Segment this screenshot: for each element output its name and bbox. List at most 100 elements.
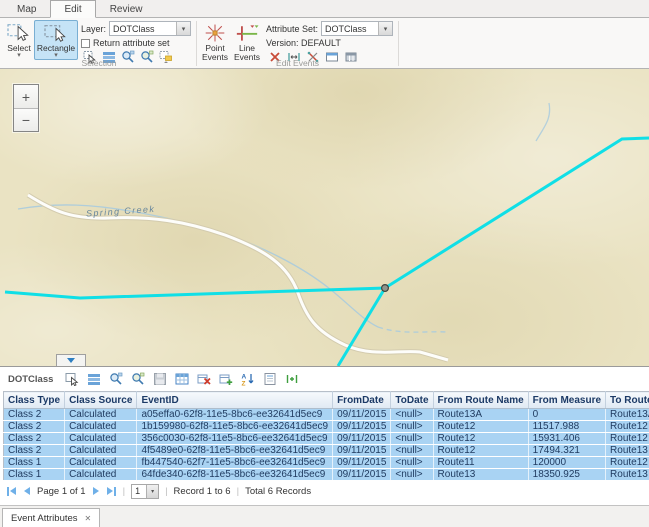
- table-cell: <null>: [391, 445, 433, 457]
- map-canvas[interactable]: Spring Creek + −: [0, 69, 649, 366]
- page-number-value: 1: [132, 486, 146, 496]
- table-cell: fb447540-62f7-11e5-8bc6-ee32641d5ec9: [137, 457, 333, 469]
- previous-page-button[interactable]: [23, 486, 31, 496]
- event-editor-window: Map Edit Review Select ▾ Rectangle ▾: [0, 0, 649, 527]
- column-header[interactable]: ToDate: [391, 392, 433, 409]
- return-attribute-set-label: Return attribute set: [93, 38, 170, 48]
- tab-edit[interactable]: Edit: [50, 0, 95, 18]
- next-page-button[interactable]: [92, 486, 100, 496]
- save-edits-icon[interactable]: [153, 372, 167, 386]
- creek-line-dashed: [378, 327, 448, 332]
- ribbon-separator: [398, 21, 399, 66]
- attribute-set-dropdown-arrow-icon: ▾: [378, 22, 392, 35]
- column-header[interactable]: From Measure: [528, 392, 605, 409]
- rectangle-tool-icon: [42, 22, 70, 44]
- table-row[interactable]: Class 2Calculated4f5489e0-62f8-11e5-8bc6…: [4, 445, 649, 457]
- table-cell: <null>: [391, 433, 433, 445]
- merge-records-icon[interactable]: [285, 372, 299, 386]
- column-header[interactable]: To Route Name: [606, 392, 649, 409]
- table-cell: 09/11/2015: [333, 445, 391, 457]
- table-row[interactable]: Class 1Calculatedfb447540-62f7-11e5-8bc6…: [4, 457, 649, 469]
- event-attributes-panel: DOTClass AZ Class TypeClass SourceEventI…: [0, 366, 649, 505]
- pagination-separator: |: [237, 486, 239, 497]
- table-row[interactable]: Class 2Calculateda05effa0-62f8-11e5-8bc6…: [4, 409, 649, 421]
- ribbon-tabstrip: Map Edit Review: [0, 0, 649, 18]
- select-tool-button[interactable]: Select ▾: [4, 20, 34, 60]
- table-cell: Class 1: [4, 457, 65, 469]
- column-header[interactable]: Class Source: [65, 392, 137, 409]
- table-cell: Route12: [433, 421, 528, 433]
- rectangle-tool-button[interactable]: Rectangle ▾: [34, 20, 78, 60]
- table-cell: 09/11/2015: [333, 421, 391, 433]
- attribute-table-head: Class TypeClass SourceEventIDFromDateToD…: [4, 392, 649, 409]
- column-header[interactable]: From Route Name: [433, 392, 528, 409]
- table-cell: Class 2: [4, 445, 65, 457]
- table-cell: 09/11/2015: [333, 409, 391, 421]
- map-features-layer: Spring Creek: [0, 69, 649, 366]
- zoom-to-record-icon[interactable]: [109, 372, 123, 386]
- return-attribute-set-checkbox[interactable]: [81, 39, 90, 48]
- ribbon: Select ▾ Rectangle ▾ Layer: DOTClass ▾: [0, 18, 649, 69]
- table-cell: Class 1: [4, 469, 65, 481]
- table-cell: <null>: [391, 421, 433, 433]
- zoom-in-button[interactable]: +: [14, 85, 38, 108]
- layer-dropdown-arrow-icon: ▾: [176, 22, 190, 35]
- show-selected-rows-icon[interactable]: [87, 372, 101, 386]
- column-header[interactable]: EventID: [137, 392, 333, 409]
- collapse-arrow-icon: [67, 358, 75, 363]
- table-cell: Calculated: [65, 457, 137, 469]
- selection-group-label: Selection: [2, 58, 196, 68]
- open-attribute-table-icon[interactable]: [175, 372, 189, 386]
- event-attributes-tab-label: Event Attributes: [11, 513, 78, 524]
- table-row[interactable]: Class 2Calculated356c0030-62f8-11e5-8bc6…: [4, 433, 649, 445]
- table-cell: Calculated: [65, 445, 137, 457]
- table-cell: <null>: [391, 457, 433, 469]
- route-junction-marker: [382, 285, 389, 292]
- sort-records-icon[interactable]: AZ: [241, 372, 255, 386]
- table-row[interactable]: Class 2Calculated1b159980-62f8-11e5-8bc6…: [4, 421, 649, 433]
- attribute-table-toolbar-icons: AZ: [65, 372, 299, 386]
- zoom-out-button[interactable]: −: [14, 108, 38, 131]
- table-cell: a05effa0-62f8-11e5-8bc6-ee32641d5ec9: [137, 409, 333, 421]
- pan-to-record-icon[interactable]: [131, 372, 145, 386]
- table-cell: 09/11/2015: [333, 469, 391, 481]
- first-page-button[interactable]: [6, 486, 17, 497]
- delete-record-icon[interactable]: [197, 372, 211, 386]
- panel-collapse-button[interactable]: [56, 354, 86, 366]
- table-cell: 15931.406: [528, 433, 605, 445]
- close-tab-icon[interactable]: ✕: [85, 514, 92, 523]
- column-header[interactable]: Class Type: [4, 392, 65, 409]
- attribute-table-title: DOTClass: [8, 374, 53, 385]
- append-record-icon[interactable]: [219, 372, 233, 386]
- creek-line: [18, 205, 378, 327]
- attribute-table: Class TypeClass SourceEventIDFromDateToD…: [3, 391, 649, 481]
- edit-events-group: Point Events Line Events Attribute Set: …: [197, 19, 398, 68]
- tab-map[interactable]: Map: [3, 0, 50, 18]
- table-cell: Route13A: [606, 409, 649, 421]
- table-cell: <null>: [391, 469, 433, 481]
- select-record-icon[interactable]: [65, 372, 79, 386]
- table-cell: 120000: [528, 457, 605, 469]
- layer-label: Layer:: [81, 24, 106, 34]
- tab-event-attributes[interactable]: Event Attributes ✕: [2, 508, 100, 527]
- road-casing: [28, 195, 448, 360]
- page-number-select[interactable]: 1 ▾: [131, 484, 159, 499]
- column-header[interactable]: FromDate: [333, 392, 391, 409]
- map-zoom-control: + −: [13, 84, 39, 132]
- table-cell: <null>: [391, 409, 433, 421]
- table-cell: 356c0030-62f8-11e5-8bc6-ee32641d5ec9: [137, 433, 333, 445]
- tab-review[interactable]: Review: [96, 0, 157, 18]
- table-cell: Calculated: [65, 421, 137, 433]
- last-page-button[interactable]: [106, 486, 117, 497]
- point-events-icon: [201, 22, 229, 44]
- layer-dropdown[interactable]: DOTClass ▾: [109, 21, 191, 36]
- page-label: Page 1 of 1: [37, 486, 86, 497]
- table-cell: 0: [528, 409, 605, 421]
- attribute-set-dropdown[interactable]: DOTClass ▾: [321, 21, 393, 36]
- table-cell: 18350.925: [528, 469, 605, 481]
- table-row[interactable]: Class 1Calculated64fde340-62f8-11e5-8bc6…: [4, 469, 649, 481]
- total-records-label: Total 6 Records: [245, 486, 311, 497]
- creek-line-upper: [536, 103, 550, 141]
- pagination-separator: |: [123, 486, 125, 497]
- show-attribute-form-icon[interactable]: [263, 372, 277, 386]
